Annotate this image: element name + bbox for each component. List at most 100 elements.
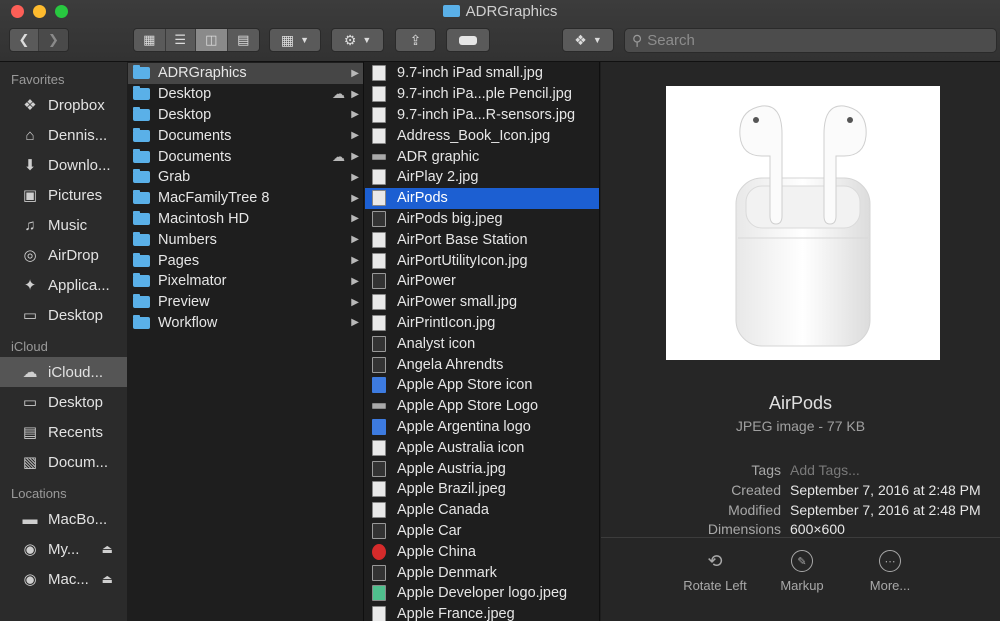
file-row[interactable]: 9.7-inch iPad small.jpg	[365, 63, 599, 84]
folder-row[interactable]: Workflow ▶	[128, 313, 363, 334]
file-row[interactable]: Apple China	[365, 541, 599, 562]
tag-icon	[459, 35, 477, 45]
file-thumbnail-icon	[372, 377, 386, 394]
sidebar-item-label: Downlo...	[48, 156, 111, 174]
disclosure-arrow-icon: ▶	[351, 317, 359, 329]
file-row[interactable]: Analyst icon	[365, 333, 599, 354]
chevron-down-icon: ▼	[362, 35, 372, 45]
file-row[interactable]: Apple Argentina logo	[365, 417, 599, 438]
downloads-icon: ⬇	[23, 157, 37, 174]
file-row[interactable]: Apple Canada	[365, 500, 599, 521]
search-input[interactable]	[647, 32, 968, 49]
sidebar-item-locations-2[interactable]: ◉ Mac... ⏏	[0, 564, 127, 594]
file-label: 9.7-inch iPa...R-sensors.jpg	[397, 106, 576, 123]
file-row[interactable]: 9.7-inch iPa...R-sensors.jpg	[365, 105, 599, 126]
sidebar-item-favorites-3[interactable]: ▣ Pictures	[0, 180, 127, 210]
column-view-button[interactable]: ◫	[196, 29, 228, 51]
eject-icon[interactable]: ⏏	[102, 542, 113, 556]
rotate-left-button[interactable]: ⟲ Rotate Left	[670, 550, 760, 594]
disclosure-arrow-icon: ▶	[351, 88, 359, 100]
folder-row[interactable]: Documents ▶	[128, 125, 363, 146]
file-row[interactable]: Apple Australia icon	[365, 437, 599, 458]
folder-label: Numbers	[158, 231, 217, 248]
dropbox-menu-button[interactable]: ❖ ▼	[562, 28, 614, 52]
file-row[interactable]: AirPower small.jpg	[365, 292, 599, 313]
cloud-icon: ☁	[22, 364, 38, 381]
folder-label: Desktop	[158, 106, 212, 123]
file-row[interactable]: Apple Brazil.jpeg	[365, 479, 599, 500]
tags-button[interactable]	[446, 28, 490, 52]
sidebar-item-favorites-7[interactable]: ▭ Desktop	[0, 300, 127, 330]
sidebar-item-favorites-6[interactable]: ✦ Applica...	[0, 270, 127, 300]
folder-row[interactable]: Pages ▶	[128, 250, 363, 271]
sidebar-item-favorites-0[interactable]: ❖ Dropbox	[0, 90, 127, 120]
folder-row[interactable]: Desktop ▶	[128, 105, 363, 126]
file-label: Apple App Store Logo	[397, 398, 539, 415]
file-row[interactable]: AirPort Base Station	[365, 229, 599, 250]
file-row[interactable]: Apple France.jpeg	[365, 604, 599, 621]
file-row[interactable]: Apple Developer logo.jpeg	[365, 583, 599, 604]
search-field[interactable]: ⚲	[624, 28, 997, 53]
desktop-icon: ▭	[22, 394, 38, 411]
window-title: ADRGraphics	[0, 3, 1000, 20]
folder-row[interactable]: Macintosh HD ▶	[128, 209, 363, 230]
folder-icon	[133, 169, 150, 184]
folder-row[interactable]: Numbers ▶	[128, 229, 363, 250]
list-view-button[interactable]: ☰	[165, 29, 197, 51]
sidebar-item-icloud-2[interactable]: ▤ Recents	[0, 417, 127, 447]
folder-row[interactable]: Pixelmator ▶	[128, 271, 363, 292]
more-button[interactable]: ⋯ More...	[845, 550, 935, 593]
eject-icon[interactable]: ⏏	[102, 572, 113, 586]
file-row[interactable]: ADR graphic	[365, 146, 599, 167]
folder-row[interactable]: Grab ▶	[128, 167, 363, 188]
file-label: Apple Brazil.jpeg	[397, 481, 506, 498]
meta-modified-label: Modified	[728, 502, 781, 518]
file-row[interactable]: Apple App Store icon	[365, 375, 599, 396]
file-thumbnail-icon	[372, 169, 386, 186]
folder-row[interactable]: MacFamilyTree 8 ▶	[128, 188, 363, 209]
add-tags-field[interactable]: Add Tags...	[790, 462, 860, 478]
action-menu-button[interactable]: ⚙ ▼	[331, 28, 384, 52]
file-label: AirPortUtilityIcon.jpg	[397, 252, 528, 269]
disk-icon: ◉	[23, 571, 37, 588]
sidebar-item-favorites-4[interactable]: ♫ Music	[0, 210, 127, 240]
sidebar-item-locations-1[interactable]: ◉ My... ⏏	[0, 534, 127, 564]
markup-button[interactable]: ✎ Markup	[757, 550, 847, 593]
gallery-view-button[interactable]: ▤	[227, 29, 259, 51]
disclosure-arrow-icon: ▶	[351, 213, 359, 225]
file-row[interactable]: Apple Denmark	[365, 562, 599, 583]
folder-row[interactable]: Preview ▶	[128, 292, 363, 313]
group-grid-icon: ▦	[280, 31, 295, 48]
cloud-download-icon[interactable]: ☁	[332, 149, 345, 165]
file-row[interactable]: AirPods	[365, 187, 599, 209]
sidebar-item-favorites-1[interactable]: ⌂ Dennis...	[0, 120, 127, 150]
meta-dimensions-value: 600×600	[790, 521, 845, 537]
forward-button[interactable]: ❯	[39, 29, 68, 51]
file-row[interactable]: AirPower	[365, 271, 599, 292]
folder-row[interactable]: Desktop ☁ ▶	[128, 84, 363, 105]
icon-view-button[interactable]: ▦	[134, 29, 166, 51]
group-by-button[interactable]: ▦ ▼	[269, 28, 321, 52]
sidebar-item-icloud-3[interactable]: ▧ Docum...	[0, 447, 127, 477]
file-row[interactable]: Apple App Store Logo	[365, 396, 599, 417]
folder-row[interactable]: Documents ☁ ▶	[128, 146, 363, 167]
file-row[interactable]: 9.7-inch iPa...ple Pencil.jpg	[365, 84, 599, 105]
file-row[interactable]: AirPods big.jpeg	[365, 209, 599, 230]
back-button[interactable]: ❮	[10, 29, 40, 51]
sidebar-item-favorites-2[interactable]: ⬇ Downlo...	[0, 150, 127, 180]
sidebar-item-locations-0[interactable]: ▬ MacBo...	[0, 504, 127, 534]
sidebar-item-icloud-1[interactable]: ▭ Desktop	[0, 387, 127, 417]
sidebar-item-favorites-5[interactable]: ◎ AirDrop	[0, 240, 127, 270]
file-row[interactable]: Apple Austria.jpg	[365, 458, 599, 479]
file-row[interactable]: Angela Ahrendts	[365, 354, 599, 375]
file-row[interactable]: AirPlay 2.jpg	[365, 167, 599, 188]
sidebar-item-icloud-0[interactable]: ☁ iCloud...	[0, 357, 127, 387]
file-row[interactable]: Apple Car	[365, 521, 599, 542]
folder-row[interactable]: ADRGraphics ▶	[128, 63, 363, 84]
file-row[interactable]: Address_Book_Icon.jpg	[365, 125, 599, 146]
file-row[interactable]: AirPrintIcon.jpg	[365, 313, 599, 334]
cloud-download-icon[interactable]: ☁	[332, 86, 345, 102]
share-button[interactable]: ⇪	[395, 28, 436, 52]
folder-label: Pages	[158, 252, 200, 269]
file-row[interactable]: AirPortUtilityIcon.jpg	[365, 250, 599, 271]
